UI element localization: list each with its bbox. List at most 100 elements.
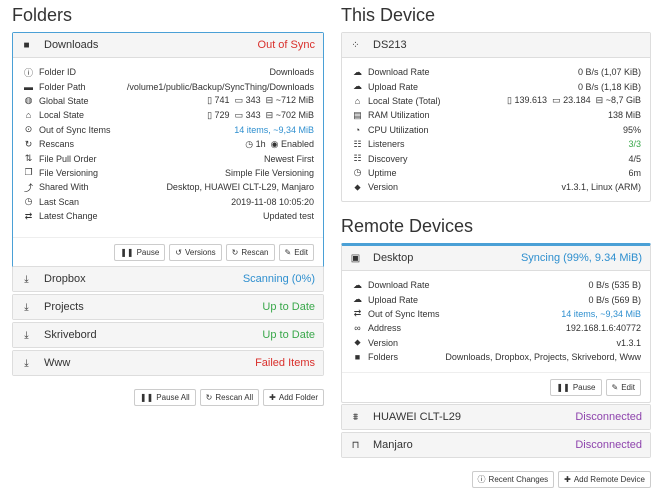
out-of-sync-link[interactable]: 14 items, ~9,34 MiB xyxy=(234,125,314,135)
dirs-count: 23.184 xyxy=(563,95,591,106)
file-icon: ▯ xyxy=(207,95,213,106)
detail-label: Local State xyxy=(39,110,85,121)
detail-label: File Pull Order xyxy=(39,153,97,164)
pause-button[interactable]: ❚❚ Pause xyxy=(550,379,602,397)
versions-button[interactable]: ↺ Versions xyxy=(169,244,222,262)
add-folder-button[interactable]: ✚ Add Folder xyxy=(263,389,324,406)
detail-label: Shared With xyxy=(39,182,89,193)
watcher-state: Enabled xyxy=(280,138,314,149)
detail-row: ◷ Last Scan 2019-11-08 10:05:20 xyxy=(22,195,314,209)
folder-header-downloads[interactable]: ■ Downloads Out of Sync xyxy=(13,33,323,57)
detail-value: 95% xyxy=(622,124,641,135)
device-status: Disconnected xyxy=(575,439,642,451)
this-device-heading: This Device xyxy=(341,5,436,25)
detail-row: ◔ CPU Utilization 95% xyxy=(351,123,641,137)
edit-button[interactable]: ✎ Edit xyxy=(605,379,641,397)
recent-changes-button[interactable]: ⓘ Recent Changes xyxy=(471,471,555,488)
detail-label: Folder ID xyxy=(39,67,77,78)
detail-row: ◷ Uptime 6m xyxy=(351,166,641,180)
remote-device-actions: ❚❚ Pause ✎ Edit xyxy=(342,372,650,402)
folder-header-projects[interactable]: ⤓ Projects Up to Date xyxy=(13,295,323,319)
detail-label: Uptime xyxy=(368,167,397,178)
clock-icon: ◷ xyxy=(24,196,33,207)
device-identicon-icon: ⁘ xyxy=(351,39,360,51)
home-icon: ⌂ xyxy=(354,95,361,106)
detail-value: 6m xyxy=(628,167,641,178)
refresh-icon: ↻ xyxy=(24,138,33,149)
folder-status: Failed Items xyxy=(255,357,315,369)
add-remote-device-label: Add Remote Device xyxy=(573,475,645,484)
pause-label: Pause xyxy=(572,383,596,393)
detail-row: ⇅ File Pull Order Newest First xyxy=(22,151,314,165)
edit-button[interactable]: ✎ Edit xyxy=(278,244,314,262)
pause-all-button[interactable]: ❚❚ Pause All xyxy=(133,389,196,406)
files-count: 741 xyxy=(214,95,230,106)
hdd-icon: ⊟ xyxy=(265,109,274,120)
pause-button[interactable]: ❚❚ Pause xyxy=(114,244,166,262)
folder-status: Up to Date xyxy=(262,329,315,341)
add-remote-device-button[interactable]: ✚ Add Remote Device xyxy=(558,471,651,488)
detail-row: ▬ Folder Path /volume1/public/Backup/Syn… xyxy=(22,79,314,93)
file-icon: ▯ xyxy=(207,109,213,120)
this-device-panel: ⁘ DS213 ☁ Download Rate 0 B/s (1,07 KiB)… xyxy=(341,32,651,202)
pause-label: Pause xyxy=(136,248,160,258)
detail-value: ▯ 729 ▭ 343 ⊟ ~702 MiB xyxy=(207,110,314,121)
remote-device-header-manjaro[interactable]: ⊓ Manjaro Disconnected xyxy=(342,433,650,457)
folder-name: Dropbox xyxy=(44,273,86,285)
detail-label: Version xyxy=(368,337,399,348)
detail-row: ⌂ Local State (Total) ▯ 139.613 ▭ 23.184… xyxy=(351,94,641,108)
rescan-button[interactable]: ↻ Rescan xyxy=(225,244,275,262)
pencil-icon: ✎ xyxy=(611,383,619,393)
cloud-upload-icon: ☁ xyxy=(353,294,362,305)
sitemap-icon: ☷ xyxy=(353,153,362,164)
discovery-value[interactable]: 4/5 xyxy=(628,154,641,164)
versions-label: Versions xyxy=(184,248,216,258)
files-count: 729 xyxy=(214,109,230,120)
listeners-value[interactable]: 3/3 xyxy=(628,139,641,149)
detail-row: ↻ Rescans ◷ 1h ◉ Enabled xyxy=(22,137,314,151)
folder-status: Out of Sync xyxy=(257,39,315,51)
folder-small-icon: ▭ xyxy=(234,95,244,106)
remote-device-panel-desktop: ▣ Desktop Syncing (99%, 9.34 MiB) ☁ Down… xyxy=(341,243,651,404)
folder-actions: ❚❚ Pause ↺ Versions ↻ Rescan ✎ Edit xyxy=(13,237,323,267)
device-identicon-icon: ⊓ xyxy=(351,439,360,451)
folder-status: Scanning (0%) xyxy=(242,273,315,285)
detail-label: Listeners xyxy=(368,139,405,150)
device-status: Disconnected xyxy=(575,411,642,423)
detail-value: Desktop, HUAWEI CLT-L29, Manjaro xyxy=(166,182,314,193)
hdd-icon: ⊟ xyxy=(595,95,604,106)
folder-panel-skrivebord: ⤓ Skrivebord Up to Date xyxy=(12,322,324,348)
detail-label: Upload Rate xyxy=(368,81,419,92)
detail-row: ☷ Discovery 4/5 xyxy=(351,151,641,165)
detail-label: Address xyxy=(368,323,402,334)
rescan-interval: 1h xyxy=(255,138,266,149)
folder-open-icon: ▬ xyxy=(24,81,33,92)
folder-small-icon: ▭ xyxy=(234,109,244,120)
remote-device-panel-huawei: ⩩ HUAWEI CLT-L29 Disconnected xyxy=(341,404,651,430)
exchange-icon: ⇄ xyxy=(24,210,33,221)
edit-label: Edit xyxy=(621,383,635,393)
edit-label: Edit xyxy=(294,248,308,258)
download-icon: ⤓ xyxy=(24,357,29,369)
rescan-all-button[interactable]: ↻ Rescan All xyxy=(199,389,260,406)
device-status: Syncing (99%, 9.34 MiB) xyxy=(520,252,642,264)
home-icon: ⌂ xyxy=(25,110,32,121)
detail-value: 0 B/s (1,18 KiB) xyxy=(577,81,641,92)
detail-value: Updated test xyxy=(262,211,314,222)
cloud-download-icon: ☁ xyxy=(353,66,362,77)
recent-changes-label: Recent Changes xyxy=(488,475,549,484)
folder-header-dropbox[interactable]: ⤓ Dropbox Scanning (0%) xyxy=(13,267,323,291)
detail-value: 0 B/s (1,07 KiB) xyxy=(577,67,641,78)
folder-header-www[interactable]: ⤓ Www Failed Items xyxy=(13,351,323,375)
this-device-header[interactable]: ⁘ DS213 xyxy=(342,33,650,57)
remote-device-header-huawei[interactable]: ⩩ HUAWEI CLT-L29 Disconnected xyxy=(342,405,650,429)
tachometer-icon: ◔ xyxy=(354,124,361,135)
detail-value: 138 MiB xyxy=(607,110,641,121)
detail-value: v1.3.1 xyxy=(616,337,641,348)
history-icon: ↺ xyxy=(175,248,182,258)
folder-header-skrivebord[interactable]: ⤓ Skrivebord Up to Date xyxy=(13,323,323,347)
remote-device-header-desktop[interactable]: ▣ Desktop Syncing (99%, 9.34 MiB) xyxy=(342,246,650,270)
out-of-sync-link[interactable]: 14 items, ~9,34 MiB xyxy=(561,309,641,319)
copy-icon: ❐ xyxy=(24,167,33,178)
folder-panel-www: ⤓ Www Failed Items xyxy=(12,350,324,376)
